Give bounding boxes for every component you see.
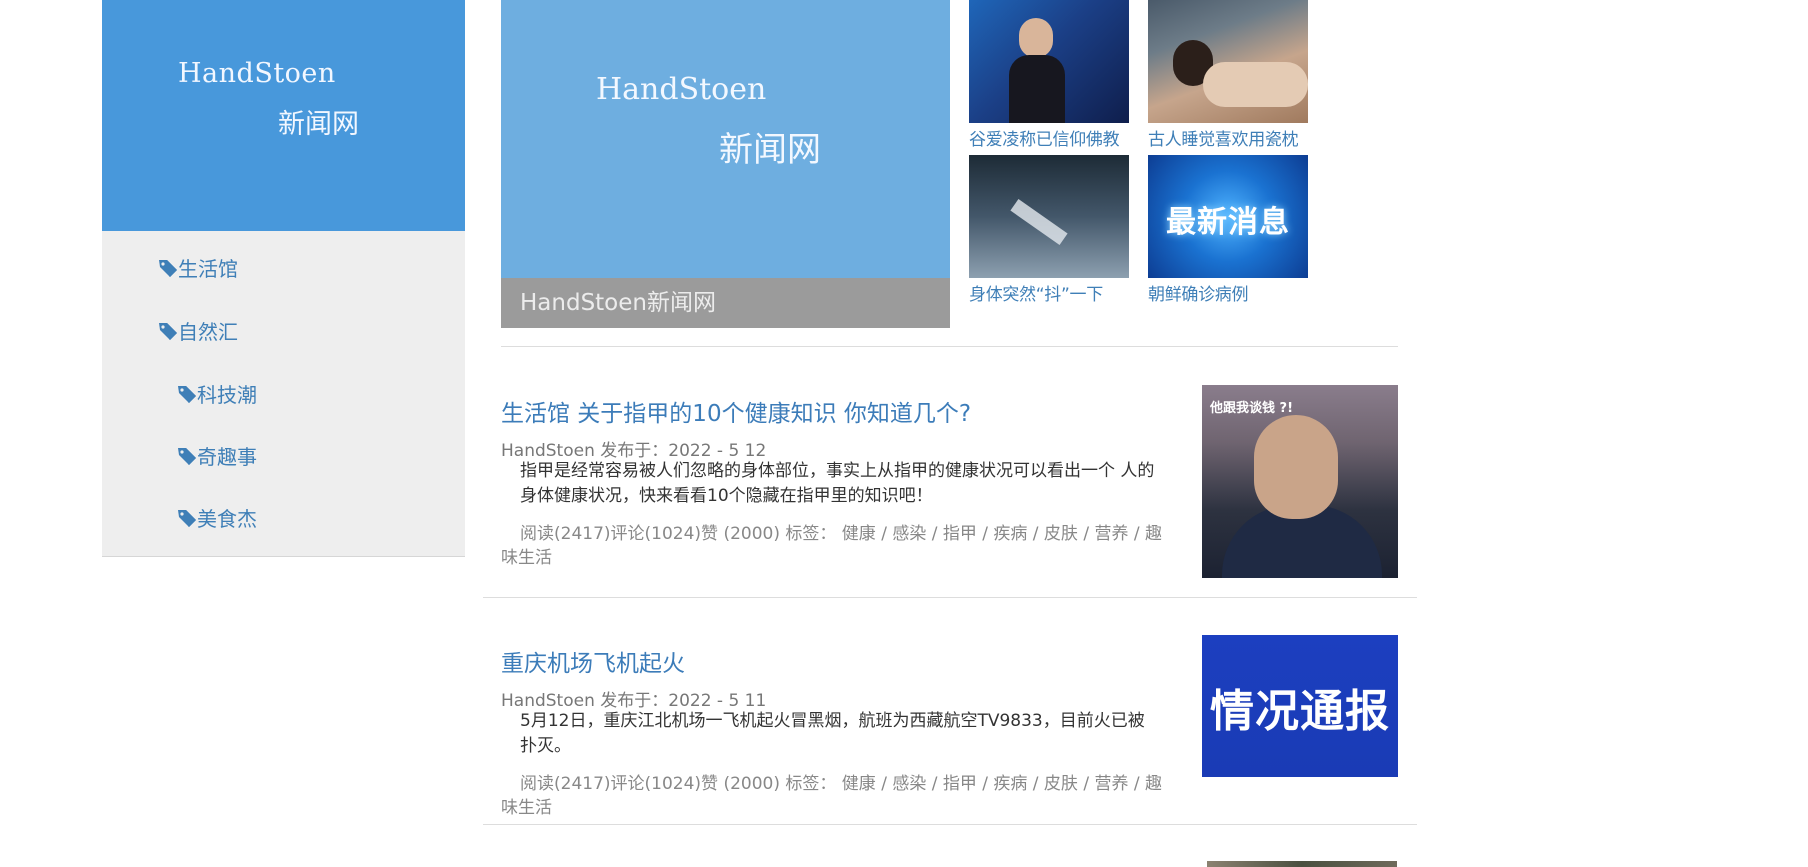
sidebar-item-lifestyle[interactable]: 生活馆 — [158, 253, 238, 282]
article-title[interactable]: 重庆机场飞机起火 — [501, 644, 685, 678]
thumb-caption: 身体突然“抖”一下 — [969, 285, 1103, 305]
article-image[interactable]: 他跟我谈钱 ?! — [1202, 385, 1398, 578]
thumb-news-2[interactable]: 古人睡觉喜欢用瓷枕 — [1148, 0, 1308, 150]
article-stats: 阅读(2417)评论(1024)赞 (2000) 标签： 健康 / 感染 / 指… — [501, 774, 1163, 818]
article-item: 重庆机场飞机起火 HandStoen 发布于：2022 - 5 11 5月12日… — [501, 630, 1398, 830]
article-image-text: 他跟我谈钱 ?! — [1210, 401, 1293, 416]
sidebar: HandStoen 新闻网 生活馆 自然汇 科技潮 奇趣事 美食杰 — [102, 0, 465, 557]
article-image[interactable]: 情况通报 — [1202, 635, 1398, 777]
thumb-news-1[interactable]: 谷爱凌称已信仰佛教 — [969, 0, 1129, 150]
sidebar-item-food[interactable]: 美食杰 — [177, 503, 257, 532]
logo-text-line1: HandStoen — [178, 58, 336, 89]
article-item: 生活馆 关于指甲的10个健康知识 你知道几个? HandStoen 发布于：20… — [501, 380, 1398, 580]
article-image-text: 情况通报 — [1210, 686, 1390, 737]
thumb-news-4[interactable]: 最新消息 朝鲜确诊病例 — [1148, 155, 1308, 305]
article-title[interactable]: 生活馆 关于指甲的10个健康知识 你知道几个? — [501, 394, 971, 428]
thumb-image — [1148, 0, 1308, 123]
sidebar-item-curiosities[interactable]: 奇趣事 — [177, 441, 257, 470]
tag-icon — [177, 508, 197, 528]
hero-logo-line2: 新闻网 — [719, 130, 821, 170]
sidebar-item-nature[interactable]: 自然汇 — [158, 316, 238, 345]
image-figure — [1254, 415, 1338, 519]
sidebar-item-tech[interactable]: 科技潮 — [177, 379, 257, 408]
article-divider — [483, 824, 1417, 825]
thumb-caption: 谷爱凌称已信仰佛教 — [969, 130, 1120, 150]
thumb-caption: 古人睡觉喜欢用瓷枕 — [1148, 130, 1299, 150]
hero-banner[interactable]: HandStoen 新闻网 HandStoen新闻网 — [501, 0, 950, 328]
hero-caption: HandStoen新闻网 — [501, 278, 950, 328]
article-summary: 5月12日，重庆江北机场一飞机起火冒黑烟，航班为西藏航空TV9833，目前火已被… — [520, 711, 1145, 756]
article-stats: 阅读(2417)评论(1024)赞 (2000) 标签： 健康 / 感染 / 指… — [501, 524, 1163, 568]
sidebar-item-label: 自然汇 — [178, 320, 238, 344]
logo-text-line2: 新闻网 — [278, 109, 359, 140]
thumb-image: 最新消息 — [1148, 155, 1308, 278]
tag-icon — [158, 258, 178, 278]
tag-icon — [177, 446, 197, 466]
thumb-caption: 朝鲜确诊病例 — [1148, 285, 1249, 305]
sidebar-nav: 生活馆 自然汇 科技潮 奇趣事 美食杰 — [102, 231, 465, 557]
sidebar-item-label: 美食杰 — [197, 507, 257, 531]
tag-icon — [158, 321, 178, 341]
sidebar-item-label: 科技潮 — [197, 383, 257, 407]
thumb-image — [969, 155, 1129, 278]
article-summary: 指甲是经常容易被人们忽略的身体部位，事实上从指甲的健康状况可以看出一个 人的身体… — [520, 461, 1155, 506]
sidebar-item-label: 生活馆 — [178, 257, 238, 281]
article-image-partial[interactable] — [1207, 861, 1397, 867]
tag-icon — [177, 384, 197, 404]
section-divider — [501, 346, 1398, 347]
sidebar-item-label: 奇趣事 — [197, 445, 257, 469]
thumb-news-3[interactable]: 身体突然“抖”一下 — [969, 155, 1129, 305]
sidebar-logo[interactable]: HandStoen 新闻网 — [102, 0, 465, 231]
article-divider — [483, 597, 1417, 598]
hero-logo-line1: HandStoen — [596, 72, 767, 107]
article-meta: HandStoen 发布于：2022 - 5 12 — [501, 441, 767, 461]
thumb-image — [969, 0, 1129, 123]
article-meta: HandStoen 发布于：2022 - 5 11 — [501, 691, 767, 711]
thumb-image-text: 最新消息 — [1166, 205, 1290, 240]
